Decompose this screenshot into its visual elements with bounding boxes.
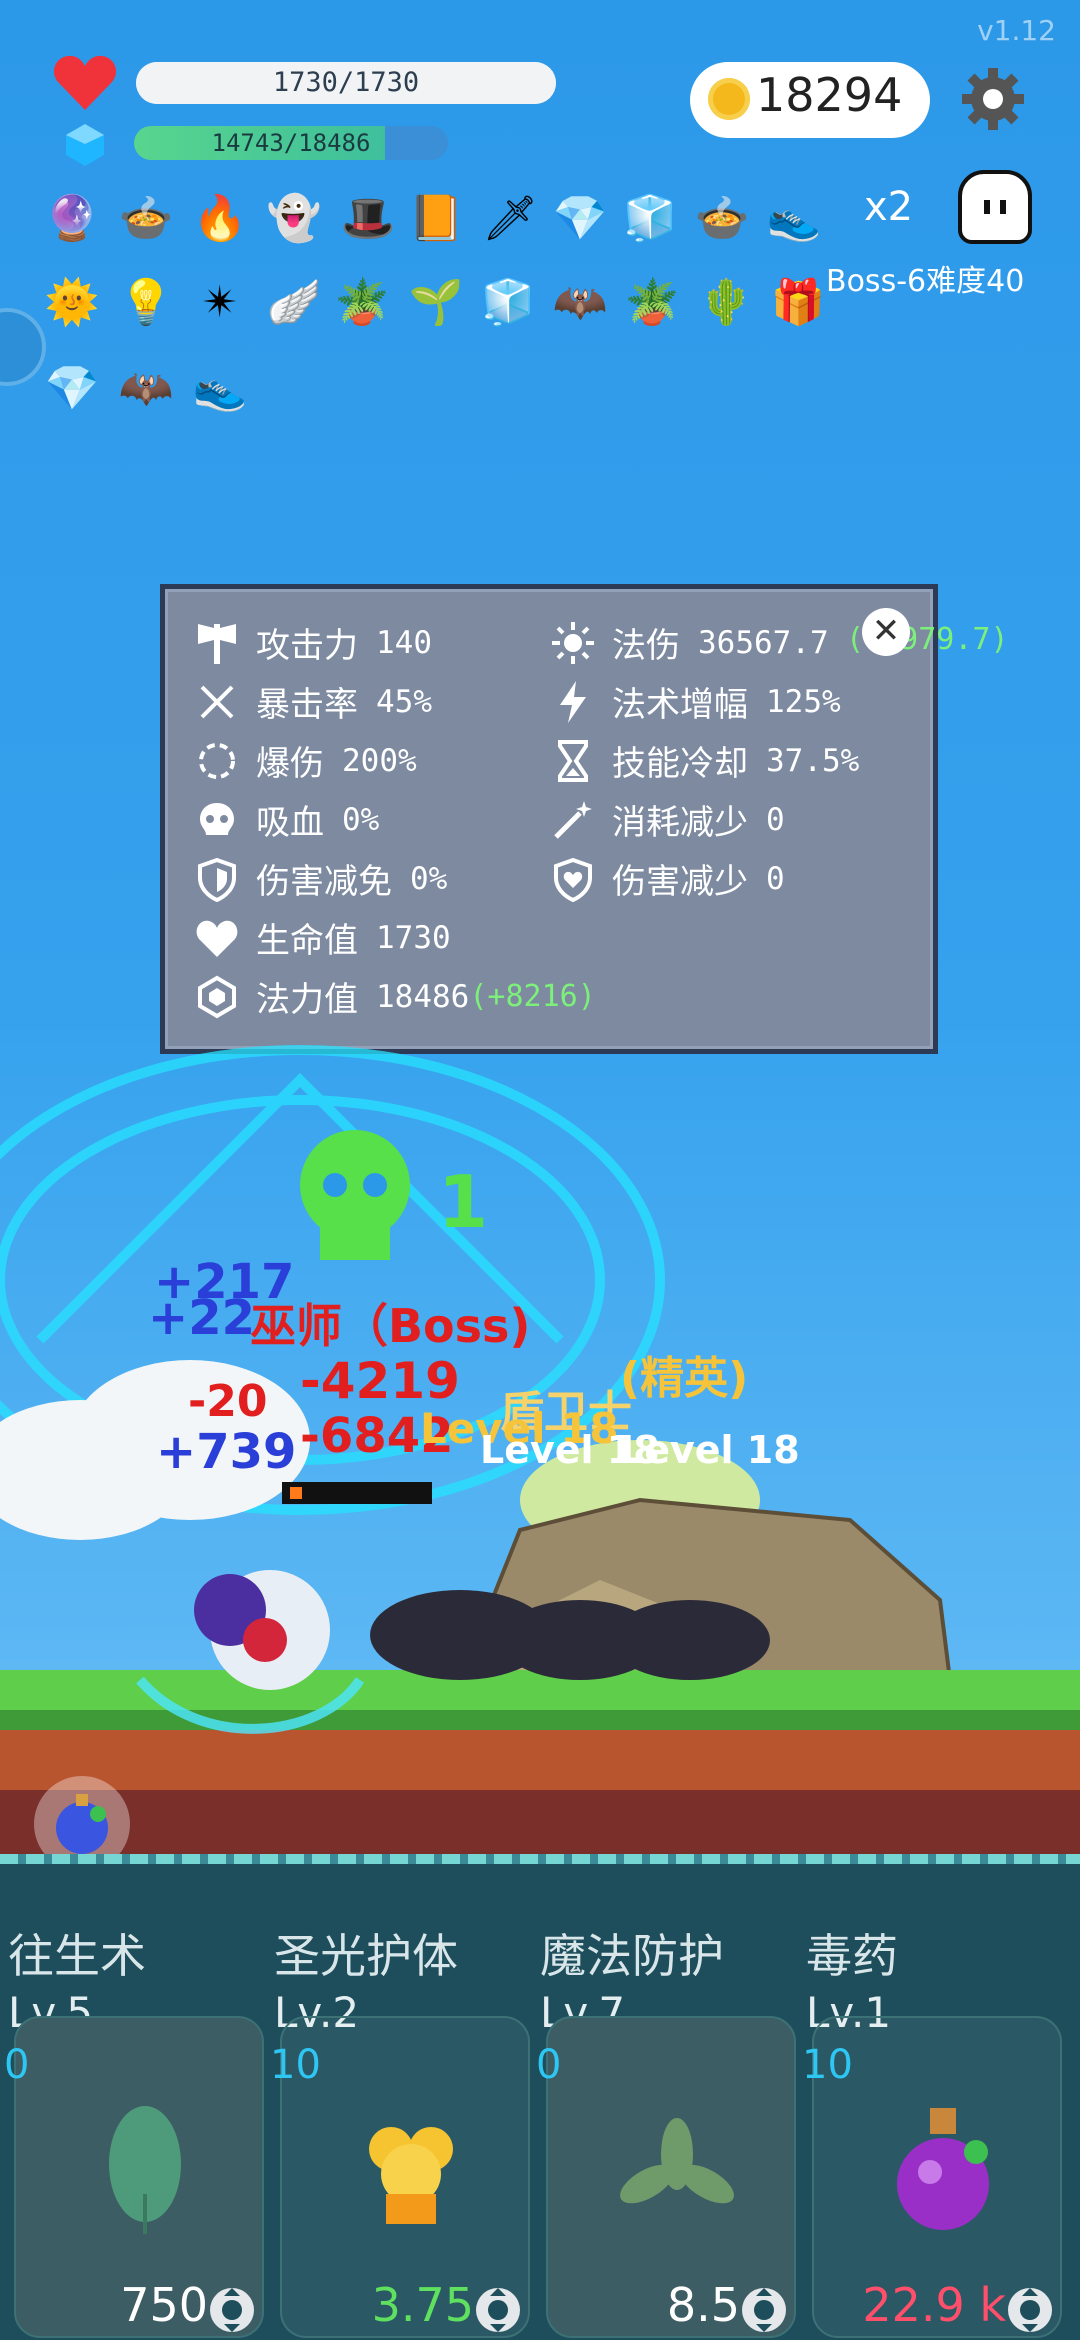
wizard-hat-icon[interactable]: 🎩 <box>336 186 400 250</box>
skill-name: 圣光护体 <box>274 1929 458 1983</box>
mana-bonus: (+8216) <box>469 979 596 1014</box>
skill-count: 0 <box>4 2042 30 2088</box>
sneaker-icon[interactable]: 👟 <box>188 356 252 420</box>
light-bulb-icon[interactable]: 💡 <box>114 270 178 334</box>
heart-icon <box>53 55 117 110</box>
skill-name: 魔法防护 <box>540 1929 724 1983</box>
mana-text: 14743/18486 <box>211 129 371 157</box>
spiked-club-icon[interactable]: 🌵 <box>694 270 758 334</box>
skill-slot-3[interactable]: 魔法防护 Lv.7 0 8.5 <box>532 1854 798 2340</box>
skill-cost: 3.75 <box>371 2278 474 2332</box>
cauldron-icon[interactable]: 🍲 <box>114 186 178 250</box>
skill-cost: 8.5 <box>666 2278 740 2332</box>
version-label: v1.12 <box>977 14 1056 47</box>
stat-hp: 生命值 1730 <box>194 913 451 962</box>
diamond-icon[interactable]: 💎 <box>548 186 612 250</box>
magic-wand-icon <box>550 797 596 843</box>
cauldron-icon[interactable]: 🍲 <box>690 186 754 250</box>
leaf-icon <box>109 2106 181 2234</box>
upgrade-gear-icon[interactable] <box>206 2284 258 2336</box>
hourglass-icon <box>550 738 596 784</box>
heart-outline-icon <box>194 915 240 961</box>
shield-heart-icon <box>550 856 596 902</box>
upgrade-gear-icon[interactable] <box>1004 2284 1056 2336</box>
skill-name: 毒药 <box>806 1929 898 1983</box>
burst-icon <box>194 738 240 784</box>
skill-count: 10 <box>802 2042 853 2088</box>
stat-lifesteal: 吸血 0% <box>194 795 379 844</box>
upgrade-gear-icon[interactable] <box>738 2284 790 2336</box>
stat-mana: 法力值 18486 (+8216) <box>194 972 596 1021</box>
skull-icon <box>194 797 240 843</box>
stat-spell-damage: 法伤 36567.7 <box>550 618 829 667</box>
settings-gear-icon[interactable] <box>958 64 1028 134</box>
speed-multiplier[interactable]: x2 <box>864 184 913 230</box>
enemy-level-label: Level 18 <box>620 1428 800 1472</box>
shield-icon <box>194 856 240 902</box>
herb-icon <box>620 2118 734 2204</box>
close-panel-button[interactable]: ✕ <box>862 608 910 656</box>
lightning-icon <box>550 679 596 725</box>
health-text: 1730/1730 <box>272 67 420 98</box>
holy-light-icon <box>369 2127 453 2224</box>
heal-number: +739 <box>156 1424 297 1480</box>
crystal-ball-icon[interactable]: 🔮 <box>40 186 104 250</box>
ice-cube-icon[interactable]: 🧊 <box>618 186 682 250</box>
sword-icon[interactable]: 🗡 <box>478 186 542 250</box>
coin-icon <box>708 78 750 120</box>
skill-slot-2[interactable]: 圣光护体 Lv.2 10 3.75 <box>266 1854 532 2340</box>
stat-damage-immunity: 伤害减免 0% <box>194 854 447 903</box>
sneaker-icon[interactable]: 👟 <box>762 186 826 250</box>
poison-stack-count: 1 <box>438 1160 489 1244</box>
damage-number: -4219 <box>300 1352 460 1410</box>
heal-number: +22 <box>148 1290 256 1346</box>
bat-icon[interactable]: 🦇 <box>114 356 178 420</box>
skill-count: 0 <box>536 2042 562 2088</box>
mana-bar: 14743/18486 <box>134 126 448 160</box>
health-bar: 1730/1730 <box>136 62 556 104</box>
spike-ball-icon[interactable]: ✴ <box>188 270 252 334</box>
poison-potion-icon <box>897 2108 989 2230</box>
ice-cube-icon[interactable]: 🧊 <box>476 270 540 334</box>
potted-plant-icon[interactable]: 🪴 <box>620 270 684 334</box>
wing-icon[interactable]: 🪽 <box>262 270 326 334</box>
gift-box-icon[interactable]: 🎁 <box>766 270 830 334</box>
skill-cost: 750 <box>120 2278 208 2332</box>
boss-difficulty-label: Boss-6难度40 <box>826 264 1025 299</box>
enemy-elite-label: (精英) <box>620 1353 749 1404</box>
ghost-icon[interactable] <box>958 170 1032 244</box>
axe-icon <box>194 620 240 666</box>
stat-damage-reduce: 伤害减少 0 <box>550 854 785 903</box>
torch-icon[interactable]: 🔥 <box>188 186 252 250</box>
mana-crystal-icon <box>66 124 104 166</box>
damage-number: -20 <box>188 1376 268 1427</box>
stat-crit-damage: 爆伤 200% <box>194 736 417 785</box>
skill-count: 10 <box>270 2042 321 2088</box>
sun-icon <box>550 620 596 666</box>
stat-attack: 攻击力 140 <box>194 618 432 667</box>
skill-slot-1[interactable]: 往生术 Lv.5 0 750 <box>0 1854 266 2340</box>
spirit-icon[interactable]: 👻 <box>262 186 326 250</box>
sun-orb-icon[interactable]: 🌞 <box>40 270 104 334</box>
skill-cost: 22.9 k <box>862 2278 1006 2332</box>
skill-name: 往生术 <box>8 1929 146 1983</box>
boss-name-label: 巫师（Boss) <box>250 1299 531 1353</box>
upgrade-gear-icon[interactable] <box>472 2284 524 2336</box>
hexagon-gem-icon <box>194 974 240 1020</box>
coin-amount: 18294 <box>756 68 903 122</box>
crosshair-icon <box>194 679 240 725</box>
stat-spell-amp: 法术增幅 125% <box>550 677 841 726</box>
bat-icon[interactable]: 🦇 <box>548 270 612 334</box>
spell-book-icon[interactable]: 📙 <box>404 186 468 250</box>
skill-slot-4[interactable]: 毒药 Lv.1 10 22.9 k <box>798 1854 1064 2340</box>
diamond-icon[interactable]: 💎 <box>40 356 104 420</box>
stat-cooldown: 技能冷却 37.5% <box>550 736 859 785</box>
sapling-icon[interactable]: 🌱 <box>404 270 468 334</box>
stat-cost-reduce: 消耗减少 0 <box>550 795 785 844</box>
potted-plant-icon[interactable]: 🪴 <box>330 270 394 334</box>
stat-crit-rate: 暴击率 45% <box>194 677 432 726</box>
